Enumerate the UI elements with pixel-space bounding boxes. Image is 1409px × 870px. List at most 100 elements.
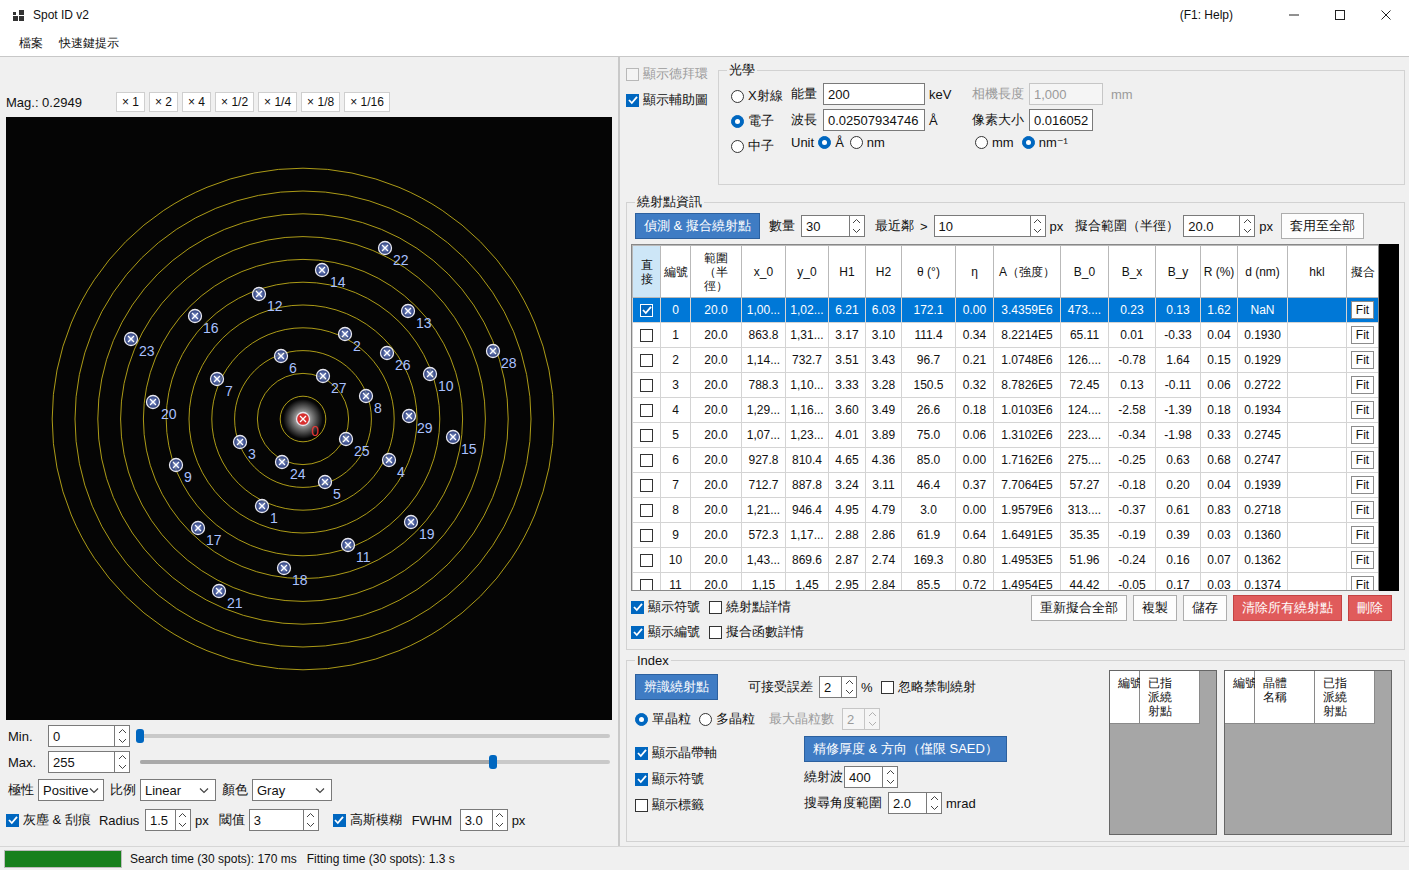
table-row[interactable]: 720.0712.7887.83.243.1146.40.377.7064E55… (633, 473, 1379, 498)
table-row[interactable]: 620.0927.8810.44.654.3685.00.001.7162E62… (633, 448, 1379, 473)
checkbox-option[interactable]: 擬合函數詳情 (709, 623, 804, 641)
unit-option[interactable]: Å (818, 135, 844, 150)
table-row[interactable]: 820.01,21...946.44.954.793.00.001.9579E6… (633, 498, 1379, 523)
spot-marker[interactable] (315, 368, 331, 384)
spin-up-button[interactable] (842, 677, 856, 687)
radio-button[interactable] (731, 115, 744, 128)
spin-down-button[interactable] (115, 736, 129, 746)
cell[interactable] (633, 473, 661, 498)
text-field[interactable]: 3 (249, 809, 303, 831)
spot-marker[interactable] (276, 560, 292, 576)
table-row[interactable]: 020.01,00...1,02...6.216.03172.10.003.43… (633, 298, 1379, 323)
row-checkbox[interactable] (640, 554, 653, 567)
zoom-button[interactable]: × 1 (116, 92, 145, 112)
cell[interactable] (633, 573, 661, 592)
spot-marker[interactable] (273, 348, 289, 364)
table-row[interactable]: 1020.01,43...869.62.872.74169.30.801.495… (633, 548, 1379, 573)
menu-item[interactable]: 快速鍵提示 (59, 35, 119, 52)
zoom-button[interactable]: × 2 (149, 92, 178, 112)
radio-button[interactable] (1022, 136, 1035, 149)
fit-button[interactable]: Fit (1351, 376, 1374, 394)
identify-button[interactable]: 辨識繞射點 (635, 674, 718, 700)
spin-box[interactable]: 1.5 (145, 809, 191, 831)
column-header[interactable]: d (nm) (1238, 246, 1288, 298)
unit-option[interactable]: nm (850, 135, 885, 150)
action-button[interactable]: 儲存 (1183, 595, 1227, 621)
column-header[interactable]: 擬合 (1347, 246, 1379, 298)
fit-button[interactable]: Fit (1351, 551, 1374, 569)
fit-button[interactable]: Fit (1351, 301, 1374, 319)
spinner-arrows[interactable] (882, 766, 898, 788)
checkbox-option[interactable]: 灰塵 & 刮痕 (6, 811, 91, 829)
column-header[interactable]: hkl (1288, 246, 1347, 298)
column-header[interactable]: 直接 (633, 246, 661, 298)
cell[interactable] (633, 523, 661, 548)
spot-marker[interactable] (340, 537, 356, 553)
column-header[interactable]: H2 (866, 246, 902, 298)
column-header[interactable]: 已指派繞射點 (1140, 671, 1200, 724)
radio-button[interactable] (850, 136, 863, 149)
spin-up-button[interactable] (304, 810, 318, 820)
checkbox-option[interactable]: 顯示符號 (631, 598, 709, 616)
spin-box[interactable]: 10 (934, 215, 1046, 237)
column-header[interactable]: B_y (1156, 246, 1201, 298)
cell[interactable] (633, 423, 661, 448)
radio-button[interactable] (731, 140, 744, 153)
table-row[interactable]: 920.0572.31,17...2.882.8661.90.641.6491E… (633, 523, 1379, 548)
detect-button[interactable]: 偵測 & 擬合繞射點 (635, 213, 760, 239)
text-field[interactable]: 400 (844, 766, 882, 788)
spot-marker[interactable] (381, 452, 397, 468)
text-field[interactable]: 10 (934, 215, 1030, 237)
row-checkbox[interactable] (640, 429, 653, 442)
checkbox[interactable] (709, 626, 722, 639)
pixel-unit-option[interactable]: nm⁻¹ (1022, 135, 1068, 150)
spin-up-button[interactable] (1031, 216, 1045, 226)
table-row[interactable]: 420.01,29...1,16...3.603.4926.60.181.010… (633, 398, 1379, 423)
spot-marker[interactable] (211, 583, 227, 599)
menu-item[interactable]: 檔案 (19, 35, 43, 52)
min-slider-thumb[interactable] (136, 729, 144, 743)
spot-marker[interactable] (187, 308, 203, 324)
column-header[interactable]: x_0 (742, 246, 786, 298)
checkbox-option[interactable]: 顯示編號 (631, 623, 709, 641)
text-field[interactable]: 3.0 (460, 809, 492, 831)
spot-marker[interactable] (400, 303, 416, 319)
spin-up-button[interactable] (176, 810, 190, 820)
action-button[interactable]: 清除所有繞射點 (1233, 595, 1342, 621)
text-field[interactable]: 0.016052 (1029, 109, 1093, 131)
cell[interactable] (633, 448, 661, 473)
checkbox[interactable] (631, 601, 644, 614)
spot-marker[interactable] (338, 431, 354, 447)
spin-box[interactable]: 30 (801, 215, 865, 237)
action-button[interactable]: 重新擬合全部 (1031, 595, 1127, 621)
spot-marker[interactable] (401, 408, 417, 424)
spin-up-button[interactable] (115, 752, 129, 762)
spinner-arrows[interactable] (849, 215, 865, 237)
min-slider[interactable] (140, 724, 610, 748)
text-field[interactable]: 0 (48, 725, 114, 747)
column-header[interactable]: 已指派繞射點 (1315, 671, 1375, 724)
spin-down-button[interactable] (176, 820, 190, 830)
zoom-button[interactable]: × 4 (182, 92, 211, 112)
spin-box[interactable]: 3.0 (460, 809, 508, 831)
zoom-button[interactable]: × 1/4 (258, 92, 297, 112)
spinner-arrows[interactable] (1030, 215, 1046, 237)
max-slider-thumb[interactable] (489, 755, 497, 769)
fit-button[interactable]: Fit (1351, 326, 1374, 344)
spot-marker[interactable] (314, 262, 330, 278)
row-checkbox[interactable] (640, 479, 653, 492)
checkbox[interactable] (333, 814, 346, 827)
spinner-arrows[interactable] (175, 809, 191, 831)
cell[interactable] (633, 373, 661, 398)
table-row[interactable]: 520.01,07...1,23...4.013.8975.00.061.310… (633, 423, 1379, 448)
spot-marker[interactable] (123, 331, 139, 347)
spinner-arrows[interactable] (114, 751, 130, 773)
spin-up-button[interactable] (927, 793, 941, 803)
fit-button[interactable]: Fit (1351, 526, 1374, 544)
pixel-unit-option[interactable]: mm (975, 135, 1014, 150)
spinner-arrows[interactable] (926, 792, 942, 814)
spin-down-button[interactable] (115, 762, 129, 772)
checkbox-option[interactable]: 忽略禁制繞射 (881, 678, 976, 696)
spot-marker[interactable] (295, 411, 311, 427)
spot-marker[interactable] (485, 343, 501, 359)
